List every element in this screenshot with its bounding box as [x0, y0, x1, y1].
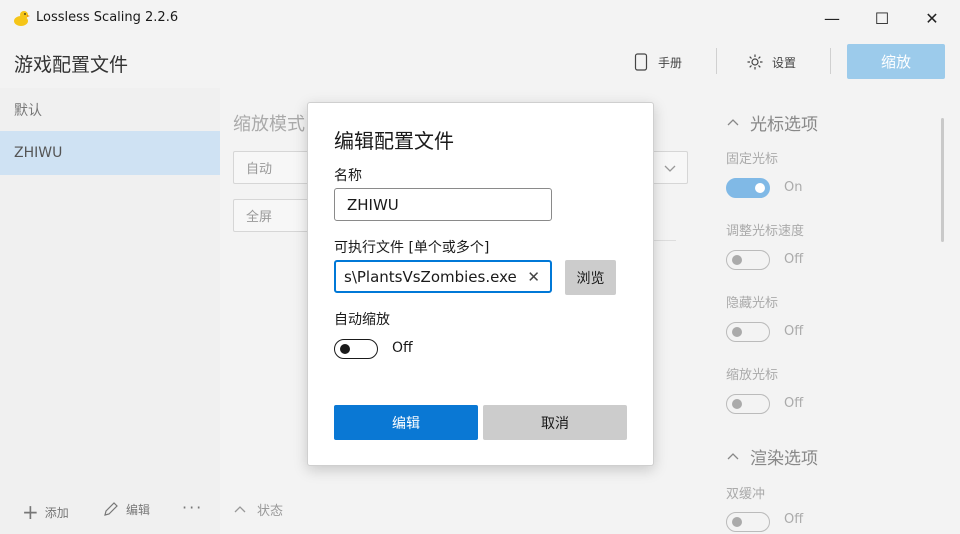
maximize-button[interactable]: ☐: [858, 0, 906, 36]
lock-cursor-toggle[interactable]: [726, 178, 770, 198]
option-label: 调整光标速度: [726, 224, 805, 239]
settings-label: 设置: [772, 55, 797, 70]
executable-value: s\PlantsVsZombies.exe: [344, 267, 517, 286]
chevron-down-icon: [664, 165, 676, 172]
name-label: 名称: [334, 168, 362, 184]
toggle-state: Off: [784, 396, 804, 411]
more-options-button[interactable]: ···: [182, 498, 203, 517]
toggle-state: Off: [784, 252, 804, 267]
edit-confirm-button[interactable]: 编辑: [334, 405, 478, 440]
close-button[interactable]: ✕: [908, 0, 956, 36]
options-scrollbar[interactable]: [941, 118, 944, 242]
toggle-state: Off: [784, 324, 804, 339]
title-bar: Lossless Scaling 2.2.6 — ☐ ✕: [0, 0, 960, 36]
plus-icon: +: [22, 500, 39, 524]
executable-label: 可执行文件 [单个或多个]: [334, 240, 490, 256]
option-label: 隐藏光标: [726, 296, 779, 311]
scale-button[interactable]: 缩放: [847, 44, 945, 79]
header-divider: [716, 48, 717, 74]
dialog-title: 编辑配置文件: [334, 129, 454, 153]
manual-button[interactable]: 手册: [634, 52, 682, 72]
option-label: 缩放光标: [726, 368, 779, 383]
chevron-up-icon: [234, 505, 246, 512]
double-buffer-toggle[interactable]: [726, 512, 770, 532]
edit-profile-button[interactable]: 编辑: [102, 500, 150, 518]
executable-input[interactable]: s\PlantsVsZombies.exe ✕: [334, 260, 552, 293]
add-profile-button[interactable]: + 添加: [22, 500, 69, 524]
settings-button[interactable]: 设置: [746, 52, 796, 72]
auto-scale-label: 自动缩放: [334, 312, 390, 328]
option-label: 双缓冲: [726, 487, 766, 502]
profile-item-default[interactable]: 默认: [0, 88, 220, 132]
edit-profile-dialog: 编辑配置文件 名称 ZHIWU 可执行文件 [单个或多个] s\PlantsVs…: [307, 102, 654, 466]
scale-cursor-toggle[interactable]: [726, 394, 770, 414]
edit-label: 编辑: [126, 502, 151, 517]
auto-scale-state: Off: [392, 340, 413, 356]
profile-actions: + 添加 编辑 ···: [0, 498, 220, 524]
duck-logo-icon: [14, 11, 30, 26]
browse-button[interactable]: 浏览: [565, 260, 616, 295]
profile-list: 默认 ZHIWU: [0, 88, 220, 534]
chevron-up-icon: [727, 118, 739, 125]
hide-cursor-toggle[interactable]: [726, 322, 770, 342]
window-title: Lossless Scaling 2.2.6: [36, 10, 179, 25]
render-section-title: 渲染选项: [750, 449, 818, 469]
name-input[interactable]: ZHIWU: [334, 188, 552, 221]
header-divider: [830, 48, 831, 74]
option-label: 固定光标: [726, 152, 779, 167]
cursor-section-header[interactable]: 光标选项: [726, 110, 818, 135]
minimize-button[interactable]: —: [808, 0, 856, 36]
name-value: ZHIWU: [347, 195, 399, 214]
phone-manual-icon: [634, 53, 648, 71]
gear-icon: [747, 54, 763, 70]
toggle-state: On: [784, 180, 803, 195]
add-label: 添加: [44, 505, 69, 520]
cursor-section-title: 光标选项: [750, 115, 818, 135]
pencil-icon: [104, 502, 118, 516]
chevron-up-icon: [727, 452, 739, 459]
profile-item-zhiwu[interactable]: ZHIWU: [0, 131, 220, 175]
toggle-state: Off: [784, 512, 804, 527]
cancel-button[interactable]: 取消: [483, 405, 627, 440]
adjust-cursor-speed-toggle[interactable]: [726, 250, 770, 270]
page-title: 游戏配置文件: [14, 54, 129, 76]
render-section-header[interactable]: 渲染选项: [726, 444, 818, 469]
status-toggle[interactable]: 状态: [233, 500, 283, 519]
manual-label: 手册: [658, 55, 683, 70]
status-label: 状态: [257, 504, 284, 519]
auto-scale-toggle[interactable]: [334, 339, 378, 359]
scale-mode-value: 自动: [246, 162, 273, 177]
clear-icon[interactable]: ✕: [527, 268, 540, 286]
scale-mode-label: 缩放模式: [233, 114, 305, 135]
fullscreen-value: 全屏: [246, 210, 273, 225]
